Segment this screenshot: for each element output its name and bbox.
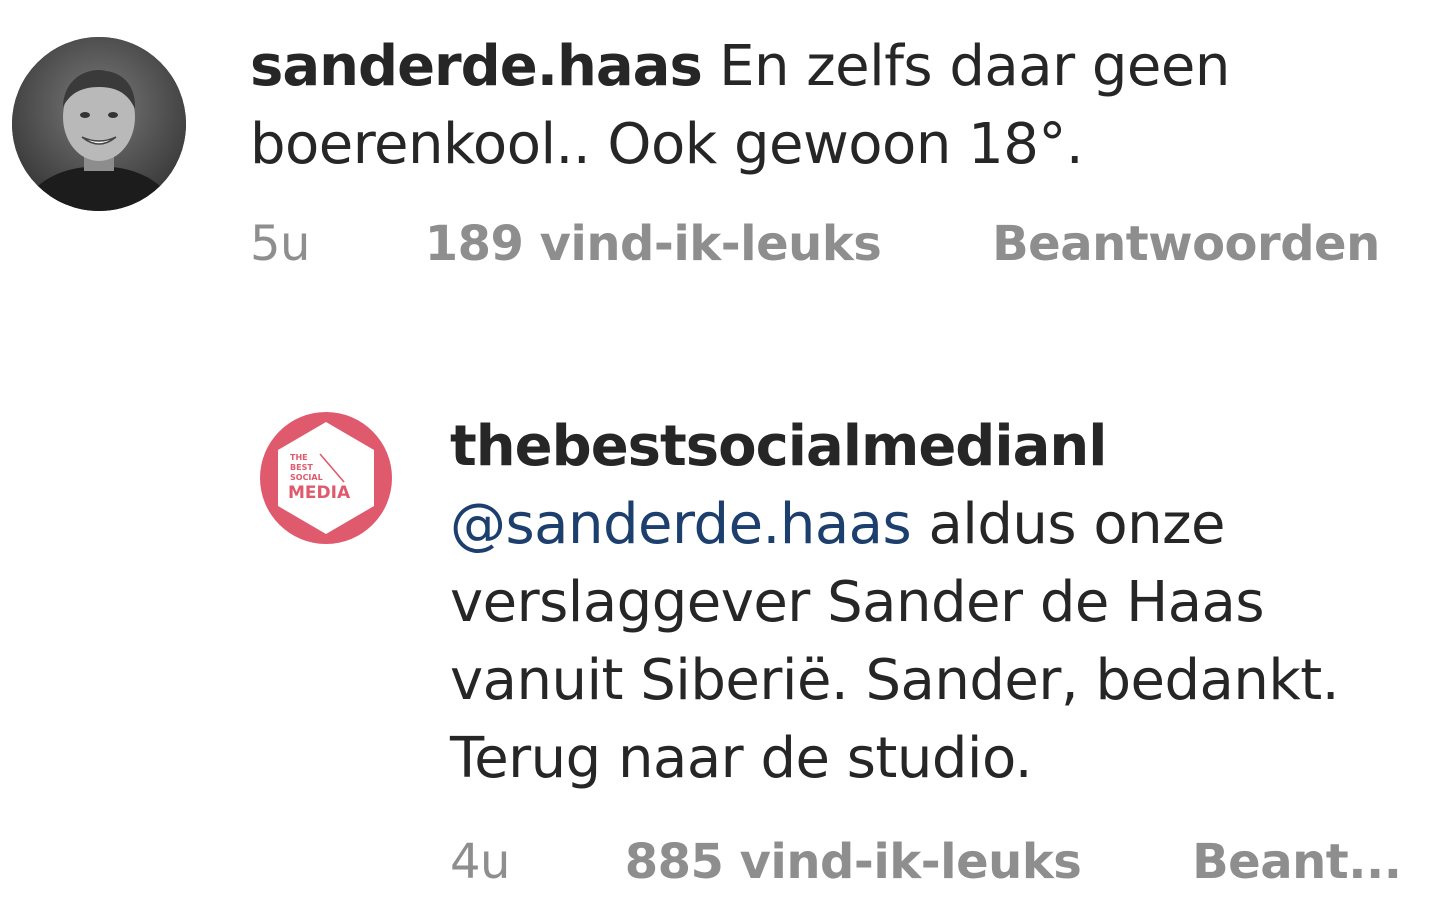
comment-body: thebestsocialmedianl @sanderde.haas aldu… [450, 408, 1410, 798]
avatar[interactable] [12, 37, 186, 211]
avatar-photo [12, 37, 186, 211]
logo-text-media: MEDIA [288, 483, 351, 503]
comment-time: 4u [450, 834, 510, 890]
brand-logo: THE BEST SOCIAL MEDIA [260, 412, 392, 544]
comment-meta: 4u 885 vind-ik-leuks Beant... [450, 834, 1402, 890]
comment-meta: 5u 189 vind-ik-leuks Beantwoorden [250, 216, 1380, 272]
comment-username[interactable]: thebestsocialmedianl [450, 414, 1107, 479]
comment-time: 5u [250, 216, 310, 272]
logo-text-best: BEST [290, 463, 313, 472]
mention-link[interactable]: @sanderde.haas [450, 492, 912, 557]
reply-button[interactable]: Beantwoorden [992, 216, 1380, 272]
likes-count[interactable]: 189 vind-ik-leuks [425, 216, 882, 272]
logo-text-the: THE [290, 453, 308, 462]
likes-count[interactable]: 885 vind-ik-leuks [625, 834, 1082, 890]
avatar[interactable]: THE BEST SOCIAL MEDIA [258, 410, 394, 546]
reply-button[interactable]: Beant... [1192, 834, 1402, 890]
comment-username[interactable]: sanderde.haas [250, 34, 703, 99]
comment-body: sanderde.haas En zelfs daar geen boerenk… [250, 28, 1400, 184]
logo-text-social: SOCIAL [290, 473, 323, 482]
